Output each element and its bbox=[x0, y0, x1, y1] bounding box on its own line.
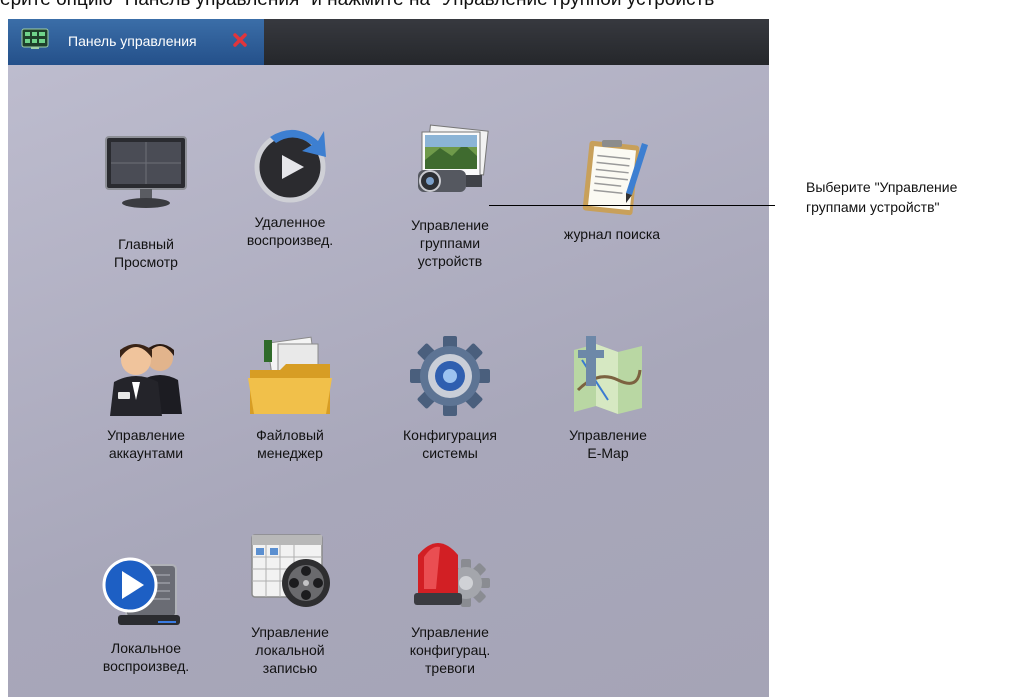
tab-control-panel[interactable]: Панель управления bbox=[8, 19, 264, 65]
alarm-config-item[interactable]: Управление конфигурац. тревоги bbox=[380, 525, 520, 677]
callout-line bbox=[489, 205, 775, 206]
remote-playback-icon bbox=[254, 129, 326, 203]
alarm-icon bbox=[414, 543, 490, 607]
item-label: Управление локальной записью bbox=[251, 624, 329, 676]
device-group-icon bbox=[418, 124, 489, 192]
control-panel-window: Панель управления Главный Просмотр Удале… bbox=[8, 19, 769, 697]
map-icon bbox=[574, 336, 642, 414]
instruction-caption: ерите опцию "Панель управления" и нажмит… bbox=[0, 0, 1021, 10]
callout-text: Выберите "Управление группами устройств" bbox=[806, 179, 958, 215]
system-config-item[interactable]: Конфигурация системы bbox=[380, 330, 520, 462]
local-playback-item[interactable]: Локальное воспроизвед. bbox=[76, 545, 216, 675]
device-group-item[interactable]: Управление группами устройств bbox=[380, 120, 520, 270]
control-panel-content: Главный Просмотр Удаленное воспроизвед. bbox=[8, 65, 769, 697]
item-label: Главный Просмотр bbox=[114, 236, 178, 270]
accounts-item[interactable]: Управление аккаунтами bbox=[76, 330, 216, 462]
local-recording-item[interactable]: Управление локальной записью bbox=[220, 525, 360, 677]
item-label: Локальное воспроизвед. bbox=[102, 640, 190, 674]
control-panel-icon bbox=[21, 28, 49, 49]
item-label: Файловый менеджер bbox=[256, 427, 324, 461]
file-manager-item[interactable]: Файловый менеджер bbox=[220, 330, 360, 462]
title-bar: Панель управления bbox=[8, 19, 769, 65]
item-label: журнал поиска bbox=[563, 226, 661, 242]
emap-item[interactable]: Управление E-Map bbox=[538, 330, 678, 462]
folder-icon bbox=[248, 336, 332, 414]
close-icon[interactable] bbox=[232, 32, 248, 48]
recording-icon bbox=[251, 534, 330, 607]
item-label: Удаленное воспроизвед. bbox=[246, 214, 334, 248]
users-icon bbox=[110, 344, 182, 416]
item-label: Управление конфигурац. тревоги bbox=[409, 624, 491, 676]
tab-label: Панель управления bbox=[68, 33, 197, 49]
monitor-icon bbox=[105, 136, 187, 208]
log-search-item[interactable]: журнал поиска bbox=[542, 133, 682, 243]
item-label: Конфигурация системы bbox=[403, 427, 497, 461]
main-view-item[interactable]: Главный Просмотр bbox=[76, 127, 216, 271]
log-search-icon bbox=[582, 140, 648, 216]
gear-icon bbox=[410, 336, 490, 416]
local-playback-icon bbox=[102, 557, 180, 625]
remote-playback-item[interactable]: Удаленное воспроизвед. bbox=[220, 117, 360, 249]
item-label: Управление E-Map bbox=[569, 427, 647, 461]
item-label: Управление группами устройств bbox=[411, 217, 489, 269]
item-label: Управление аккаунтами bbox=[107, 427, 185, 461]
